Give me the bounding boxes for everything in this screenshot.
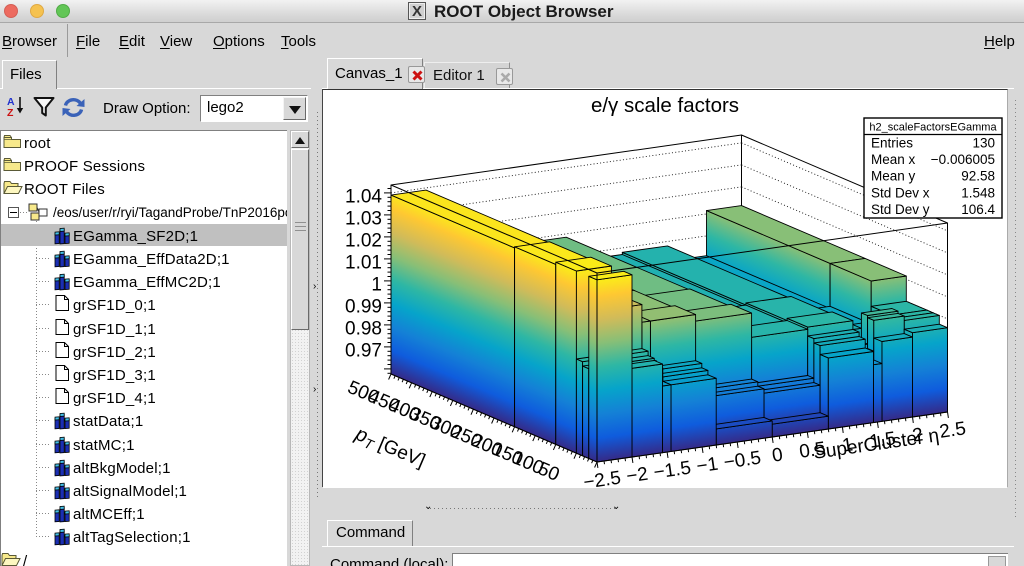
svg-text:92.58: 92.58	[961, 169, 995, 184]
svg-text:Mean y: Mean y	[871, 169, 916, 184]
svg-text:e/γ scale factors: e/γ scale factors	[591, 94, 739, 117]
svg-text:−2: −2	[625, 464, 649, 488]
svg-text:1: 1	[371, 274, 382, 295]
svg-text:−0.006005: −0.006005	[931, 152, 995, 167]
svg-text:Std Dev y: Std Dev y	[871, 202, 930, 217]
svg-text:−1: −1	[695, 454, 719, 478]
svg-text:130: 130	[972, 136, 995, 151]
svg-text:h2_scaleFactorsEGamma: h2_scaleFactorsEGamma	[869, 122, 997, 134]
svg-text:1.03: 1.03	[345, 208, 382, 229]
svg-text:1.04: 1.04	[345, 186, 382, 207]
svg-text:1.01: 1.01	[345, 252, 382, 273]
svg-text:1.548: 1.548	[961, 185, 995, 200]
svg-text:106.4: 106.4	[961, 202, 995, 217]
svg-text:0.97: 0.97	[345, 340, 382, 361]
svg-text:Mean x: Mean x	[871, 152, 916, 167]
svg-text:Z: Z	[7, 107, 14, 118]
svg-text:Std Dev x: Std Dev x	[871, 185, 930, 200]
svg-text:2.5: 2.5	[938, 418, 967, 443]
svg-text:0.99: 0.99	[345, 296, 382, 317]
svg-text:0.98: 0.98	[345, 318, 382, 339]
svg-text:1.02: 1.02	[345, 230, 382, 251]
svg-text:Entries: Entries	[871, 136, 913, 151]
